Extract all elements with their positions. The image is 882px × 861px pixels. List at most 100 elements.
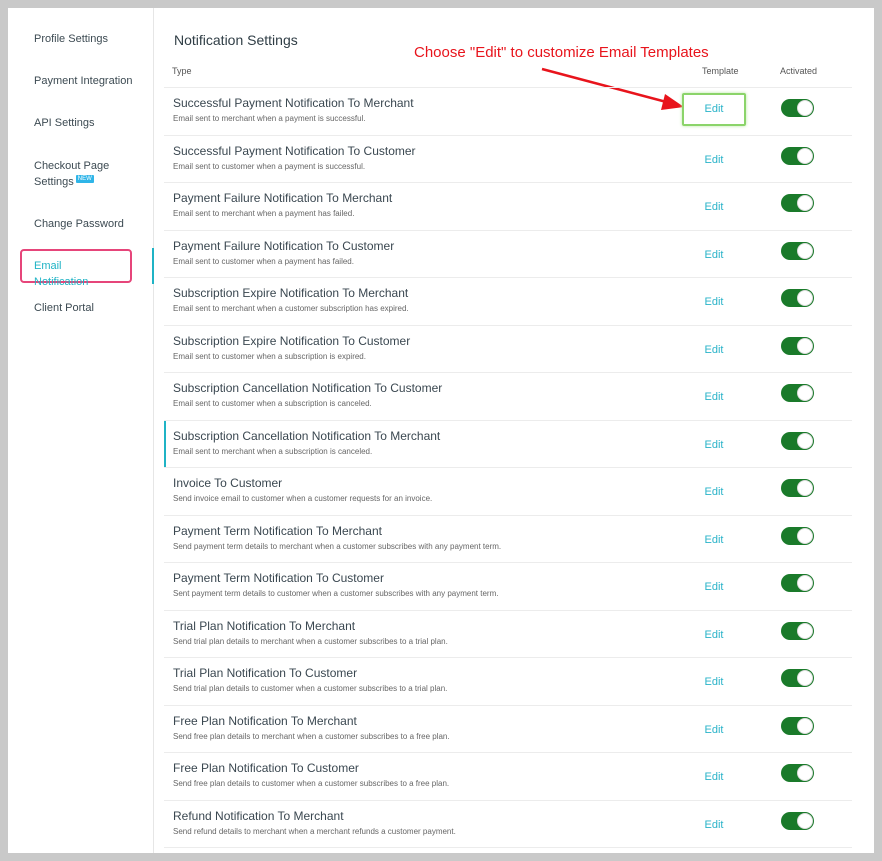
edit-template-link[interactable]: Edit <box>684 531 744 549</box>
activated-toggle[interactable] <box>781 289 814 307</box>
sidebar-item-payment-integration[interactable]: Payment Integration <box>34 73 146 89</box>
notification-description: Send payment term details to merchant wh… <box>173 541 502 551</box>
edit-template-link[interactable]: Edit <box>684 198 744 216</box>
sidebar-item-label: Profile Settings <box>34 33 108 45</box>
sidebar-item-label: Email Notification <box>34 260 89 288</box>
activated-toggle[interactable] <box>781 241 814 260</box>
sidebar-item-email-notification[interactable]: Email Notification <box>20 249 132 288</box>
sidebar: Profile Settings Payment Integration API… <box>8 8 154 853</box>
notification-row: Subscription Expire Notification To Merc… <box>164 278 852 326</box>
notification-description: Send trial plan details to merchant when… <box>173 636 448 646</box>
notification-title: Subscription Expire Notification To Cust… <box>173 333 411 348</box>
notification-title: Successful Payment Notification To Custo… <box>173 143 416 158</box>
edit-template-link[interactable]: Edit <box>684 816 744 834</box>
notification-row: Free Plan Notification To Customer Send f… <box>164 753 852 801</box>
sidebar-item-label: Payment Integration <box>34 75 133 87</box>
toggle-knob <box>797 812 813 829</box>
notification-description: Send free plan details to merchant when … <box>173 731 450 741</box>
sidebar-item-label: Change Password <box>34 218 124 230</box>
notification-description: Email sent to merchant when a customer s… <box>173 304 409 313</box>
notification-row: Refund Notification To Merchant Send refu… <box>164 801 852 848</box>
notification-title: Trial Plan Notification To Customer <box>173 666 358 680</box>
toggle-knob <box>797 147 813 164</box>
notification-title: Free Plan Notification To Customer <box>173 761 359 775</box>
activated-toggle[interactable] <box>781 669 814 687</box>
annotation-text: Choose "Edit" to customize Email Templat… <box>414 44 709 61</box>
edit-template-link[interactable]: Edit <box>684 673 744 691</box>
notification-title: Payment Failure Notification To Merchant <box>173 191 393 205</box>
edit-template-link[interactable]: Edit <box>682 93 746 126</box>
sidebar-item-label: Checkout Page Settings <box>34 160 110 188</box>
notification-title: Free Plan Notification To Merchant <box>173 713 357 728</box>
edit-template-link[interactable]: Edit <box>684 626 744 644</box>
new-badge: NEW <box>75 175 94 183</box>
notification-description: Email sent to customer when a subscripti… <box>173 399 372 408</box>
toggle-knob <box>797 480 813 496</box>
toggle-knob <box>797 337 813 354</box>
notification-title: Successful Payment Notification To Merch… <box>173 96 414 110</box>
notification-title: Trial Plan Notification To Merchant <box>173 618 356 633</box>
sidebar-item-client-portal[interactable]: Client Portal <box>34 300 146 316</box>
sidebar-item-label: Client Portal <box>34 302 94 314</box>
edit-template-link[interactable]: Edit <box>684 483 744 501</box>
notification-description: Sent payment term details to customer wh… <box>173 589 499 598</box>
toggle-knob <box>797 290 813 306</box>
activated-toggle[interactable] <box>781 811 814 830</box>
edit-template-link[interactable]: Edit <box>684 151 744 169</box>
notification-description: Send invoice email to customer when a cu… <box>173 494 433 503</box>
notification-row: Trial Plan Notification To Merchant Send … <box>164 611 852 658</box>
edit-template-link[interactable]: Edit <box>684 293 744 311</box>
column-header-template: Template <box>702 66 739 76</box>
activated-toggle[interactable] <box>781 479 814 497</box>
edit-template-link[interactable]: Edit <box>684 768 744 786</box>
notification-row: Trial Plan Notification To Customer Send … <box>164 658 852 706</box>
activated-toggle[interactable] <box>781 574 814 592</box>
toggle-knob <box>797 765 813 781</box>
notification-description: Send refund details to merchant when a m… <box>173 826 456 836</box>
activated-toggle[interactable] <box>781 146 814 165</box>
notification-description: Send trial plan details to customer when… <box>173 684 448 693</box>
notification-description: Email sent to customer when a payment ha… <box>173 256 354 266</box>
notification-description: Email sent to customer when a payment is… <box>173 161 366 171</box>
sidebar-item-change-password[interactable]: Change Password <box>34 216 146 232</box>
notification-row: Free Plan Notification To Merchant Send f… <box>164 706 852 753</box>
notification-row: Subscription Expire Notification To Cust… <box>164 326 852 373</box>
notification-row: Successful Payment Notification To Merch… <box>164 88 852 136</box>
notification-row: Payment Term Notification To Merchant Sen… <box>164 516 852 563</box>
sidebar-item-profile-settings[interactable]: Profile Settings <box>34 31 146 47</box>
toggle-knob <box>797 100 813 116</box>
notification-title: Subscription Expire Notification To Merc… <box>173 286 409 300</box>
edit-template-link[interactable]: Edit <box>684 578 744 596</box>
toggle-knob <box>797 432 813 449</box>
edit-template-link[interactable]: Edit <box>684 341 744 359</box>
notification-description: Email sent to customer when a subscripti… <box>173 351 366 361</box>
toggle-knob <box>797 195 813 211</box>
notification-title: Payment Term Notification To Customer <box>173 571 384 585</box>
column-header-activated: Activated <box>780 66 818 76</box>
activated-toggle[interactable] <box>781 194 814 212</box>
activated-toggle[interactable] <box>781 764 814 782</box>
activated-toggle[interactable] <box>781 526 814 545</box>
toggle-knob <box>797 622 813 639</box>
activated-toggle[interactable] <box>781 621 814 640</box>
notification-row: Successful Payment Notification To Custo… <box>164 136 852 183</box>
edit-template-link[interactable]: Edit <box>684 436 744 454</box>
activated-toggle[interactable] <box>781 431 814 450</box>
edit-template-link[interactable]: Edit <box>684 721 744 739</box>
notification-list: Successful Payment Notification To Merch… <box>164 88 852 848</box>
activated-toggle[interactable] <box>781 716 814 735</box>
activated-toggle[interactable] <box>781 99 814 117</box>
edit-template-link[interactable]: Edit <box>684 388 744 406</box>
activated-toggle[interactable] <box>781 336 814 355</box>
edit-template-link[interactable]: Edit <box>684 246 744 264</box>
sidebar-item-checkout-page-settings[interactable]: Checkout Page Settings NEW <box>34 158 124 190</box>
notification-description: Email sent to merchant when a subscripti… <box>173 446 373 456</box>
settings-window: Profile Settings Payment Integration API… <box>8 8 874 853</box>
sidebar-item-api-settings[interactable]: API Settings <box>34 115 146 131</box>
notification-row: Subscription Cancellation Notification T… <box>164 420 852 468</box>
page-title: Notification Settings <box>174 32 298 48</box>
notification-title: Invoice To Customer <box>173 476 283 490</box>
notification-title: Subscription Cancellation Notification T… <box>173 428 441 443</box>
activated-toggle[interactable] <box>781 384 814 402</box>
notification-description: Email sent to merchant when a payment ha… <box>173 209 355 218</box>
